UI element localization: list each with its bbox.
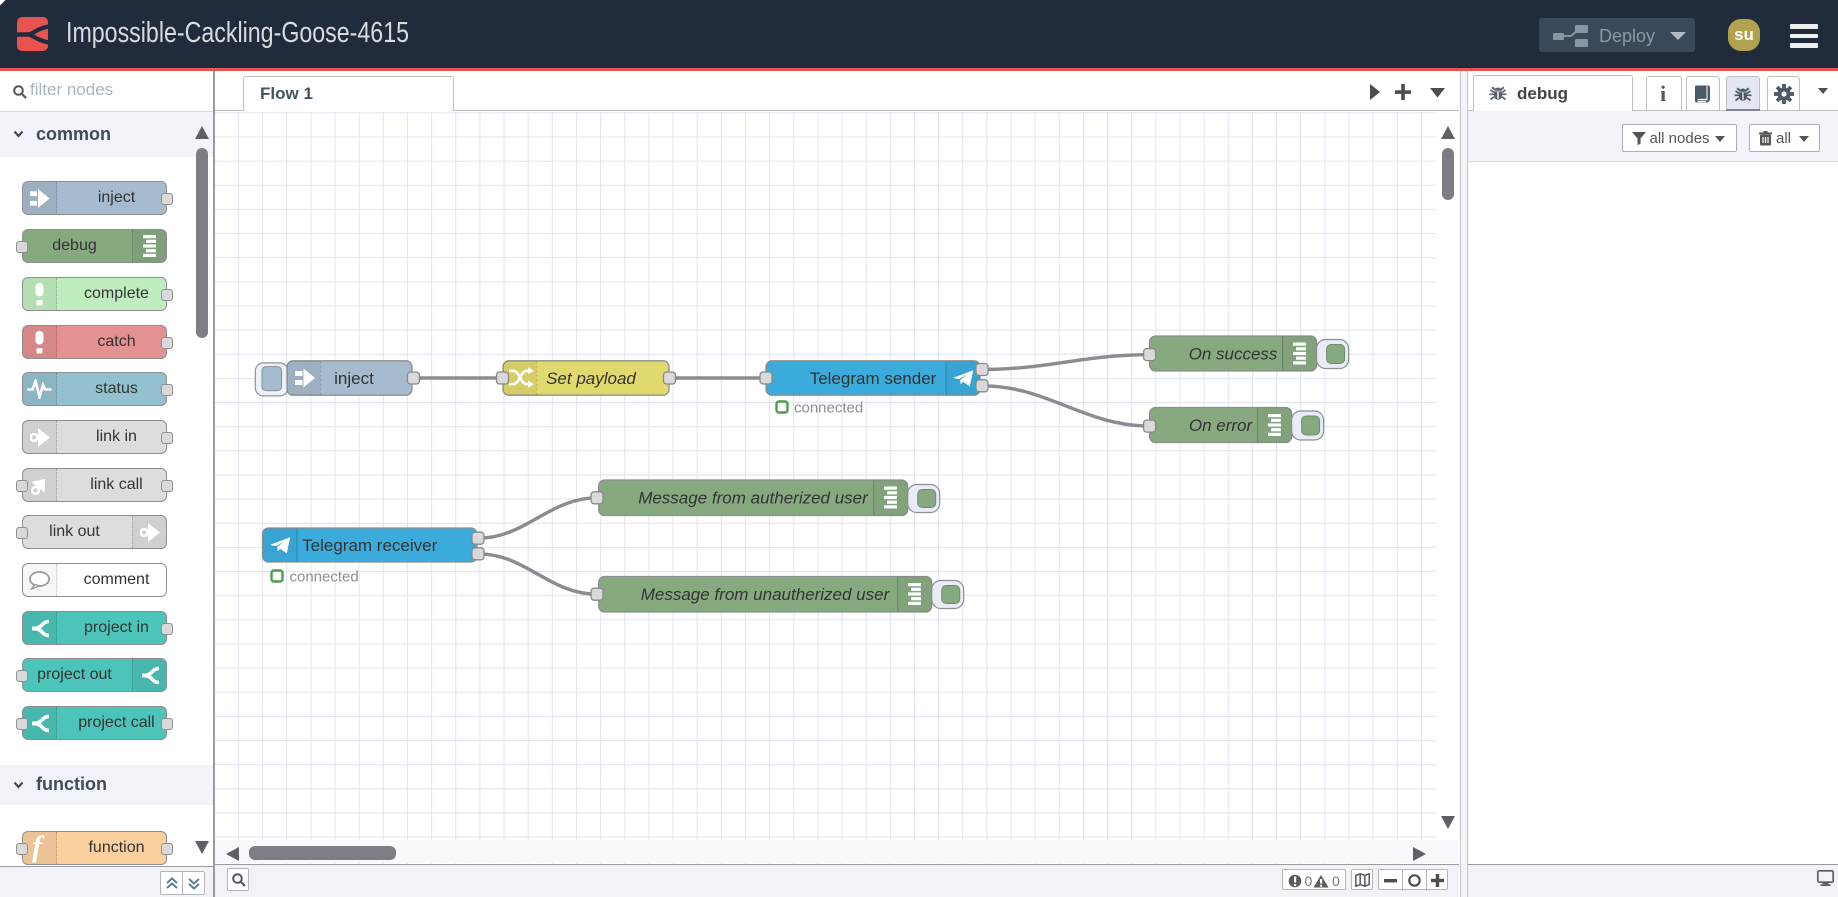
svg-text:connected: connected [794,400,863,417]
svg-text:Message from autherized user: Message from autherized user [638,489,869,508]
svg-text:inject: inject [334,369,374,388]
svg-text:On success: On success [1189,345,1278,364]
svg-text:0: 0 [1332,874,1340,888]
svg-text:Set payload: Set payload [546,369,636,388]
svg-text:f: f [32,833,45,863]
svg-text:i: i [1661,84,1666,104]
svg-text:Message from unautherized user: Message from unautherized user [641,585,891,604]
svg-text:connected: connected [290,569,359,586]
svg-text:On error: On error [1189,416,1254,435]
svg-text:Telegram sender: Telegram sender [810,369,937,388]
svg-text:0: 0 [1305,874,1313,888]
svg-text:Telegram receiver: Telegram receiver [302,536,437,555]
